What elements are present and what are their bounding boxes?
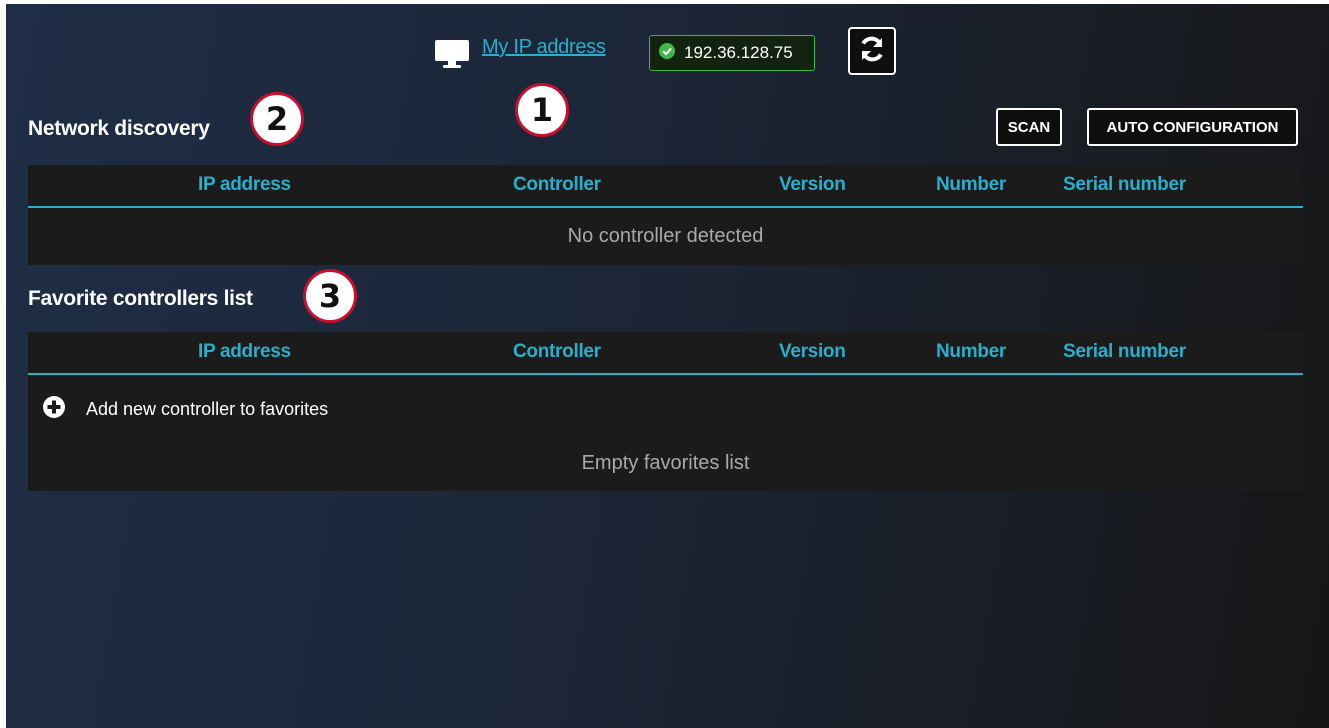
network-discovery-title: Network discovery <box>28 117 210 140</box>
empty-favorites-message: Empty favorites list <box>581 452 750 474</box>
column-version[interactable]: Version <box>779 341 846 363</box>
check-circle-icon <box>658 42 676 65</box>
column-serial-number[interactable]: Serial number <box>1063 341 1186 363</box>
monitor-icon <box>433 39 471 74</box>
auto-configuration-button[interactable]: AUTO CONFIGURATION <box>1087 108 1298 146</box>
callout-badge-2: 2 <box>250 92 304 146</box>
scan-button[interactable]: SCAN <box>996 108 1062 146</box>
no-controller-message: No controller detected <box>567 225 764 247</box>
column-controller[interactable]: Controller <box>513 341 601 363</box>
column-number[interactable]: Number <box>936 341 1006 363</box>
column-ip-address[interactable]: IP address <box>198 341 291 363</box>
column-controller[interactable]: Controller <box>513 174 601 196</box>
my-ip-address-link[interactable]: My IP address <box>482 36 606 59</box>
favorites-table: IP address Controller Version Number Ser… <box>28 332 1303 491</box>
app-window: My IP address 192.36.128.75 1 2 3 Networ… <box>6 4 1329 728</box>
add-favorite-label: Add new controller to favorites <box>86 399 329 419</box>
refresh-button[interactable] <box>848 27 896 75</box>
callout-badge-3: 3 <box>303 269 357 323</box>
sync-icon <box>857 34 887 69</box>
plus-circle-icon <box>42 395 66 424</box>
column-number[interactable]: Number <box>936 174 1006 196</box>
ip-info-bar: My IP address 192.36.128.75 <box>6 27 1329 78</box>
column-serial-number[interactable]: Serial number <box>1063 174 1186 196</box>
table-header: IP address Controller Version Number Ser… <box>28 165 1303 208</box>
column-version[interactable]: Version <box>779 174 846 196</box>
network-discovery-table: IP address Controller Version Number Ser… <box>28 165 1303 265</box>
callout-badge-1: 1 <box>515 83 569 137</box>
column-ip-address[interactable]: IP address <box>198 174 291 196</box>
table-header: IP address Controller Version Number Ser… <box>28 332 1303 375</box>
favorites-title: Favorite controllers list <box>28 287 253 310</box>
ip-address-value: 192.36.128.75 <box>684 43 793 62</box>
add-favorite-controller-button[interactable]: Add new controller to favorites <box>42 395 328 424</box>
ip-address-badge: 192.36.128.75 <box>649 35 815 71</box>
